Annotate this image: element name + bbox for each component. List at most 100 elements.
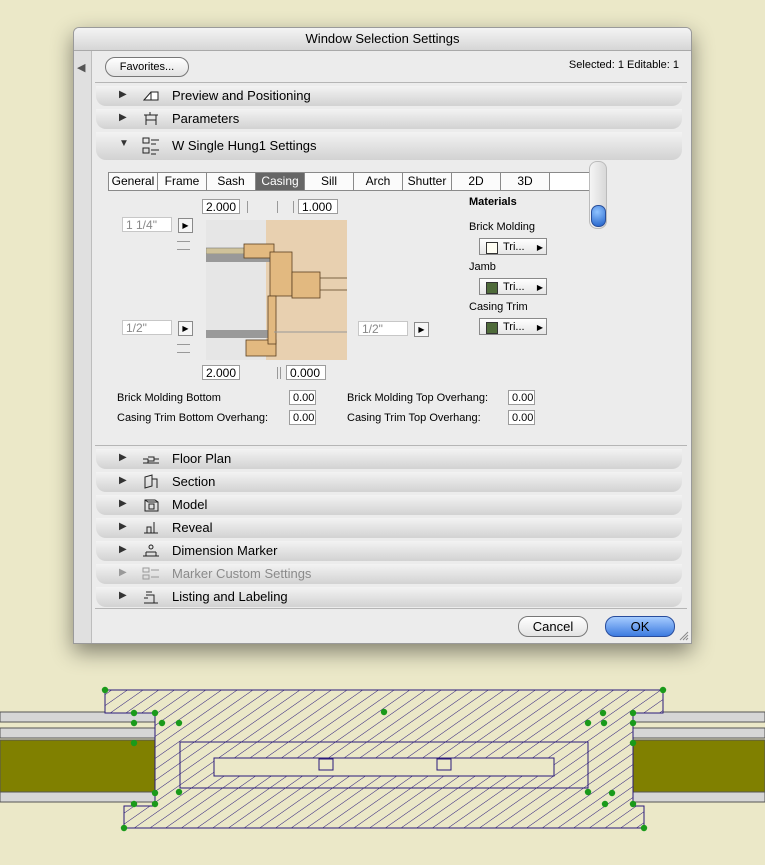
material-value: Tri... — [503, 281, 525, 293]
popup-arrow-icon: ▶ — [536, 283, 543, 292]
settings-tabs: General Frame Sash Casing Sill Arch Shut… — [108, 172, 605, 191]
casing-bottom-right-field[interactable]: 0.000 — [286, 365, 326, 380]
material-label-brick-molding: Brick Molding — [469, 221, 536, 233]
panel-listing-labeling[interactable]: ▶ Listing and Labeling — [96, 587, 682, 607]
tab-3d[interactable]: 3D — [501, 172, 550, 191]
dimension-tick — [247, 201, 248, 213]
casing-left-lower-field[interactable]: 1/2" — [122, 320, 172, 335]
dimension-tick — [293, 201, 294, 213]
casing-trim-top-overhang-label: Casing Trim Top Overhang: — [347, 412, 481, 424]
favorites-button[interactable]: Favorites... — [105, 57, 189, 77]
panel-section[interactable]: ▶ Section — [96, 472, 682, 492]
dimension-line — [177, 241, 190, 242]
tab-sash[interactable]: Sash — [207, 172, 256, 191]
section-icon — [144, 474, 158, 489]
wall-left[interactable] — [0, 711, 156, 803]
scroller-thumb[interactable] — [591, 205, 606, 227]
parameters-icon — [144, 112, 158, 125]
settings-icon — [142, 137, 159, 155]
casing-left-upper-field[interactable]: 1 1/4" — [122, 217, 172, 232]
brick-molding-bottom-field[interactable]: 0.00 — [289, 390, 316, 405]
tab-general[interactable]: General — [108, 172, 158, 191]
tab-shutter[interactable]: Shutter — [403, 172, 452, 191]
tab-frame[interactable]: Frame — [158, 172, 207, 191]
panel-reveal[interactable]: ▶ Reveal — [96, 518, 682, 538]
tab-casing[interactable]: Casing — [256, 172, 305, 191]
casing-left-upper-arrow[interactable]: ▶ — [178, 218, 193, 233]
dimension-tick — [277, 201, 278, 213]
disclosure-closed-icon[interactable]: ▶ — [119, 498, 127, 509]
panel-model[interactable]: ▶ Model — [96, 495, 682, 515]
disclosure-open-icon[interactable]: ▼ — [119, 138, 129, 149]
window-selection-settings-dialog: Window Selection Settings ◀ Favorites...… — [73, 27, 692, 644]
casing-trim-top-overhang-field[interactable]: 0.00 — [508, 410, 535, 425]
panel-label: Model — [172, 497, 208, 512]
panel-w-single-hung1-settings[interactable]: ▼ W Single Hung1 Settings — [96, 132, 682, 160]
disclosure-closed-icon[interactable]: ▶ — [119, 475, 127, 486]
material-picker-jamb[interactable]: Tri... ▶ — [479, 278, 547, 295]
tab-arch[interactable]: Arch — [354, 172, 403, 191]
popup-arrow-icon: ▶ — [536, 323, 543, 332]
disclosure-closed-icon[interactable]: ▶ — [119, 590, 127, 601]
panel-floor-plan[interactable]: ▶ Floor Plan — [96, 449, 682, 469]
panel-marker-custom-settings: ▶ Marker Custom Settings — [96, 564, 682, 584]
casing-trim-bottom-overhang-label: Casing Trim Bottom Overhang: — [117, 412, 269, 424]
panel-label: Section — [172, 474, 216, 489]
disclosure-closed-icon[interactable]: ▶ — [119, 452, 127, 463]
ok-button[interactable]: OK — [605, 616, 675, 637]
casing-top-right-field[interactable]: 1.000 — [298, 199, 338, 214]
resize-grip-icon[interactable] — [678, 630, 689, 641]
brick-molding-top-overhang-field[interactable]: 0.00 — [508, 390, 535, 405]
materials-heading: Materials — [469, 196, 517, 208]
casing-right-field[interactable]: 1/2" — [358, 321, 408, 336]
casing-top-left-field[interactable]: 2.000 — [202, 199, 240, 214]
material-swatch — [486, 282, 498, 294]
divider — [95, 82, 687, 83]
panel-label: Preview and Positioning — [172, 88, 311, 103]
dialog-title: Window Selection Settings — [74, 28, 691, 51]
disclosure-closed-icon: ▶ — [119, 567, 127, 578]
disclosure-closed-icon[interactable]: ▶ — [119, 544, 127, 555]
casing-left-lower-arrow[interactable]: ▶ — [178, 321, 193, 336]
casing-right-arrow[interactable]: ▶ — [414, 322, 429, 337]
brick-molding-bottom-label: Brick Molding Bottom — [117, 392, 221, 404]
floor-plan-canvas[interactable] — [0, 680, 765, 840]
vertical-scroller[interactable] — [589, 161, 607, 229]
floor-plan-icon — [143, 456, 159, 464]
casing-bottom-left-field[interactable]: 2.000 — [202, 365, 240, 380]
wall-right[interactable] — [614, 711, 765, 803]
casing-preview-diagram — [206, 220, 347, 360]
material-swatch — [486, 242, 498, 254]
panel-preview-positioning[interactable]: ▶ Preview and Positioning — [96, 86, 682, 106]
material-swatch — [486, 322, 498, 334]
side-collapse-strip[interactable]: ◀ — [74, 51, 92, 643]
material-label-jamb: Jamb — [469, 261, 496, 273]
window-sash-joint — [318, 758, 334, 771]
material-label-casing-trim: Casing Trim — [469, 301, 528, 313]
panel-dimension-marker[interactable]: ▶ Dimension Marker — [96, 541, 682, 561]
panel-label: Reveal — [172, 520, 213, 535]
collapse-left-icon[interactable]: ◀ — [77, 61, 85, 74]
listing-labeling-icon — [144, 591, 158, 604]
reveal-icon — [144, 522, 158, 534]
disclosure-closed-icon[interactable]: ▶ — [119, 521, 127, 532]
popup-arrow-icon: ▶ — [536, 243, 543, 252]
tab-sill[interactable]: Sill — [305, 172, 354, 191]
panel-parameters[interactable]: ▶ Parameters — [96, 109, 682, 129]
tab-2d[interactable]: 2D — [452, 172, 501, 191]
selection-info: Selected: 1 Editable: 1 — [568, 59, 679, 71]
disclosure-closed-icon[interactable]: ▶ — [119, 112, 127, 123]
panel-label: Listing and Labeling — [172, 589, 288, 604]
casing-trim-bottom-overhang-field[interactable]: 0.00 — [289, 410, 316, 425]
preview-positioning-icon — [142, 91, 159, 101]
dimension-marker-icon — [143, 544, 159, 557]
brick-molding-top-overhang-label: Brick Molding Top Overhang: — [347, 392, 489, 404]
divider — [95, 445, 687, 446]
disclosure-closed-icon[interactable]: ▶ — [119, 89, 127, 100]
cancel-button[interactable]: Cancel — [518, 616, 588, 637]
material-picker-brick-molding[interactable]: Tri... ▶ — [479, 238, 547, 255]
panel-label: Dimension Marker — [172, 543, 278, 558]
dimension-line — [177, 249, 190, 250]
dimension-tick — [277, 367, 278, 379]
material-picker-casing-trim[interactable]: Tri... ▶ — [479, 318, 547, 335]
